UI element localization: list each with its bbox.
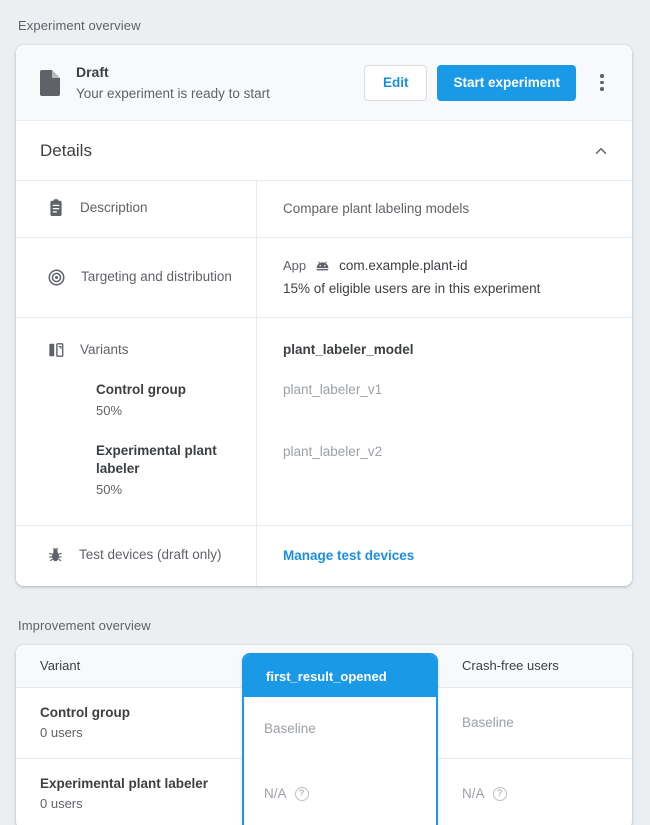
- more-vert-icon[interactable]: [588, 66, 616, 100]
- status-subtitle: Your experiment is ready to start: [76, 84, 364, 104]
- experiment-status-header: Draft Your experiment is ready to start …: [16, 45, 632, 121]
- app-line: App com.example.plant-id: [283, 256, 616, 276]
- details-section-header[interactable]: Details: [16, 121, 632, 181]
- detail-label-text: Variants: [80, 341, 129, 359]
- improvement-table-wrapper: Variant Crash-free users Control group 0…: [0, 645, 650, 825]
- detail-value-test-devices: Manage test devices: [257, 526, 632, 586]
- detail-value-targeting: App com.example.plant-id 15% of eligible…: [257, 238, 632, 317]
- detail-row-description: Description Compare plant labeling model…: [16, 181, 632, 238]
- row-variant-name: Control group: [40, 704, 242, 722]
- distribution-text: 15% of eligible users are in this experi…: [283, 279, 616, 299]
- detail-row-variants: Variants Control group 50% Experimental …: [16, 318, 632, 526]
- details-heading: Details: [40, 141, 592, 161]
- variant-entry: Experimental plant labeler 50%: [48, 442, 244, 499]
- table-header: Variant Crash-free users: [16, 645, 632, 687]
- bug-icon: [48, 547, 63, 563]
- variant-percent: 50%: [96, 402, 244, 420]
- cell-crash-free-users: Baseline: [438, 687, 632, 758]
- detail-value-description: Compare plant labeling models: [257, 181, 632, 237]
- column-header-crash-free-users[interactable]: Crash-free users: [438, 645, 632, 687]
- improvement-table: Variant Crash-free users Control group 0…: [16, 645, 632, 825]
- detail-row-test-devices: Test devices (draft only) Manage test de…: [16, 526, 632, 586]
- detail-label-text: Test devices (draft only): [79, 546, 222, 564]
- improvement-overview-label: Improvement overview: [0, 586, 650, 633]
- variant-value: plant_labeler_v2: [283, 443, 616, 483]
- detail-label-text: Description: [80, 199, 148, 217]
- description-icon: [48, 199, 64, 217]
- column-header-variant[interactable]: Variant: [16, 645, 242, 687]
- table-row: Control group 0 users Baseline: [16, 687, 632, 758]
- status-title: Draft: [76, 62, 364, 82]
- variant-name: Experimental plant labeler: [96, 442, 244, 478]
- improvement-overview-card: Variant Crash-free users Control group 0…: [16, 645, 632, 825]
- targeting-icon: [48, 269, 65, 286]
- edit-button[interactable]: Edit: [364, 65, 428, 101]
- table-body: Control group 0 users Baseline Experimen…: [16, 687, 632, 825]
- android-icon: [315, 260, 330, 273]
- variant-name: Control group: [96, 381, 244, 399]
- help-circle-icon[interactable]: ?: [493, 787, 507, 801]
- cell-first-result-opened: [242, 687, 438, 758]
- row-variant-users: 0 users: [40, 724, 242, 742]
- table-row: Experimental plant labeler 0 users N/A ?: [16, 758, 632, 825]
- crash-free-na-value: N/A: [462, 786, 485, 801]
- cell-crash-free-users: N/A ?: [438, 758, 632, 825]
- detail-row-targeting: Targeting and distribution App com.examp…: [16, 238, 632, 318]
- variant-entry: Control group 50%: [48, 381, 244, 420]
- detail-label-text: Targeting and distribution: [81, 268, 232, 286]
- detail-value-variants: plant_labeler_model plant_labeler_v1 pla…: [257, 318, 632, 525]
- status-text-block: Draft Your experiment is ready to start: [76, 62, 364, 104]
- variant-value: plant_labeler_v1: [283, 381, 616, 421]
- detail-label-cell: Targeting and distribution: [16, 238, 257, 317]
- start-experiment-button[interactable]: Start experiment: [437, 65, 576, 101]
- draft-document-icon: [38, 70, 60, 96]
- variants-icon: [48, 342, 64, 358]
- variant-percent: 50%: [96, 481, 244, 499]
- row-variant-users: 0 users: [40, 795, 242, 813]
- chevron-up-icon[interactable]: [592, 142, 610, 160]
- manage-test-devices-link[interactable]: Manage test devices: [283, 548, 414, 563]
- row-variant-name: Experimental plant labeler: [40, 775, 242, 793]
- parameter-name: plant_labeler_model: [283, 341, 616, 359]
- app-tag-label: App: [283, 256, 306, 276]
- detail-label-cell: Description: [16, 181, 257, 237]
- experiment-overview-card: Draft Your experiment is ready to start …: [16, 45, 632, 586]
- experiment-overview-label: Experiment overview: [0, 0, 650, 33]
- cell-variant: Experimental plant labeler 0 users: [16, 758, 242, 825]
- table-header-row: Variant Crash-free users: [16, 645, 632, 687]
- cell-first-result-opened: [242, 758, 438, 825]
- column-header-first-result-opened[interactable]: [242, 645, 438, 687]
- app-package-id: com.example.plant-id: [339, 256, 467, 276]
- status-actions: Edit Start experiment: [364, 65, 616, 101]
- detail-label-cell: Test devices (draft only): [16, 526, 257, 586]
- cell-variant: Control group 0 users: [16, 687, 242, 758]
- detail-label-cell: Variants Control group 50% Experimental …: [16, 318, 257, 525]
